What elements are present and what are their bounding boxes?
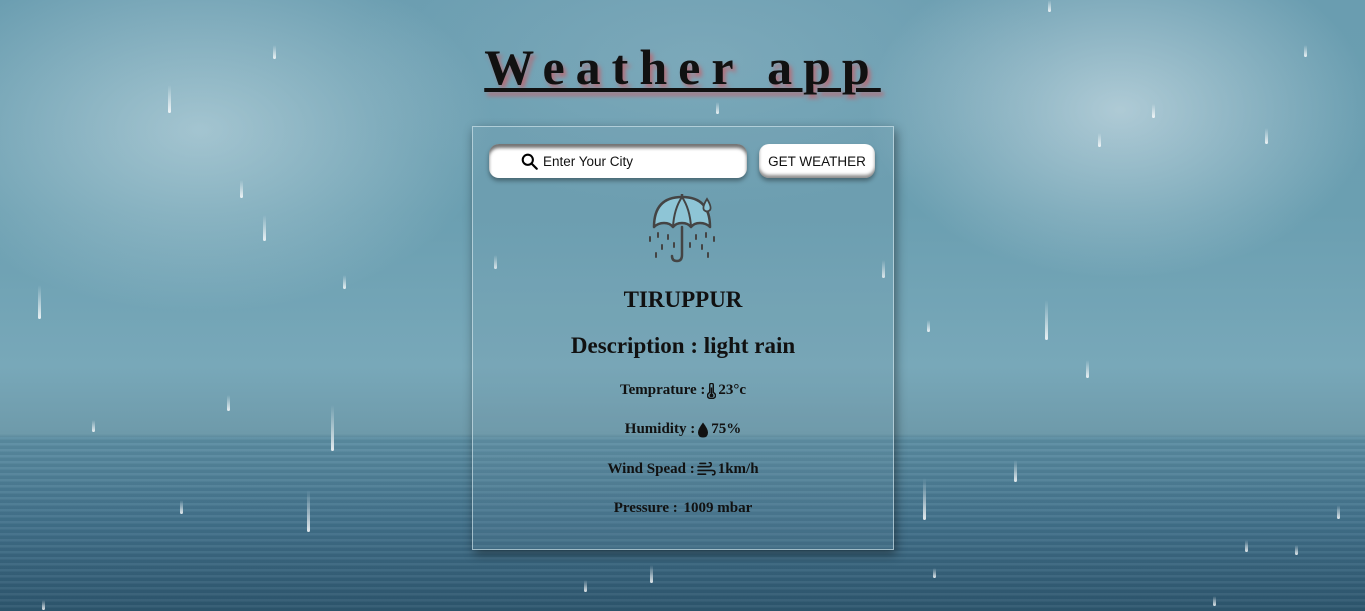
umbrella-rain-icon: [649, 194, 715, 263]
wind-row: Wind Spead : 1km/h: [473, 461, 893, 478]
app-title: Weather app: [484, 39, 881, 95]
weather-description: Description : light rain: [473, 333, 893, 359]
pressure-label: Pressure :: [613, 500, 682, 516]
humidity-value: 75%: [711, 421, 742, 437]
pressure-value: 1009 mbar: [683, 500, 753, 516]
search-icon: [521, 153, 538, 170]
humidity-row: Humidity : 75%: [473, 421, 893, 438]
water-drop-icon: [698, 422, 709, 437]
wind-icon: [696, 462, 716, 476]
get-weather-button[interactable]: GET WEATHER: [759, 144, 875, 178]
wind-value: 1km/h: [717, 461, 759, 477]
description-value: light rain: [703, 333, 796, 358]
temperature-row: Temprature : 23°c: [473, 382, 893, 399]
humidity-label: Humidity :: [624, 421, 696, 437]
thermometer-icon: [707, 382, 717, 399]
description-label: Description :: [570, 333, 704, 358]
city-search-box[interactable]: [489, 144, 747, 178]
city-name: TIRUPPUR: [623, 287, 743, 312]
city-search-input[interactable]: [543, 151, 743, 171]
pressure-row: Pressure : 1009 mbar: [473, 500, 893, 517]
temperature-label: Temprature :: [619, 382, 706, 398]
weather-card: GET WEATHER TIRUPPUR Description : light…: [472, 126, 894, 550]
temperature-value: 23°c: [718, 382, 747, 398]
wind-label: Wind Spead :: [607, 461, 695, 477]
